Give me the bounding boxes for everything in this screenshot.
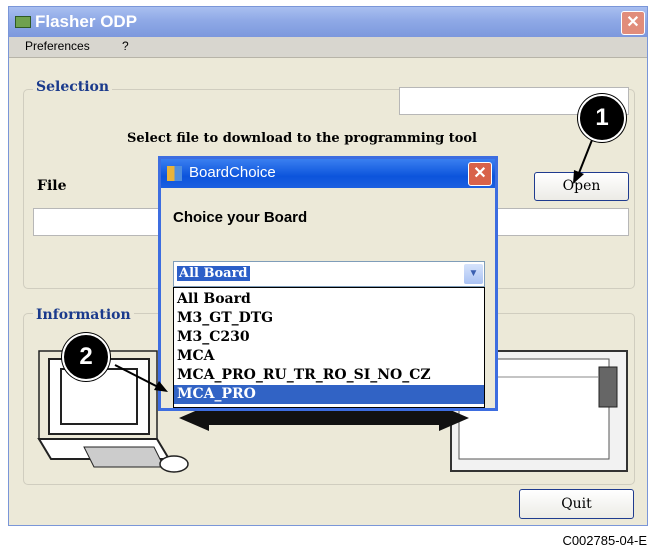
callout-1: 1 <box>578 94 626 142</box>
callout-2: 2 <box>62 333 110 381</box>
figure-caption: C002785-04-E <box>562 533 647 548</box>
callout-arrows <box>114 139 593 392</box>
